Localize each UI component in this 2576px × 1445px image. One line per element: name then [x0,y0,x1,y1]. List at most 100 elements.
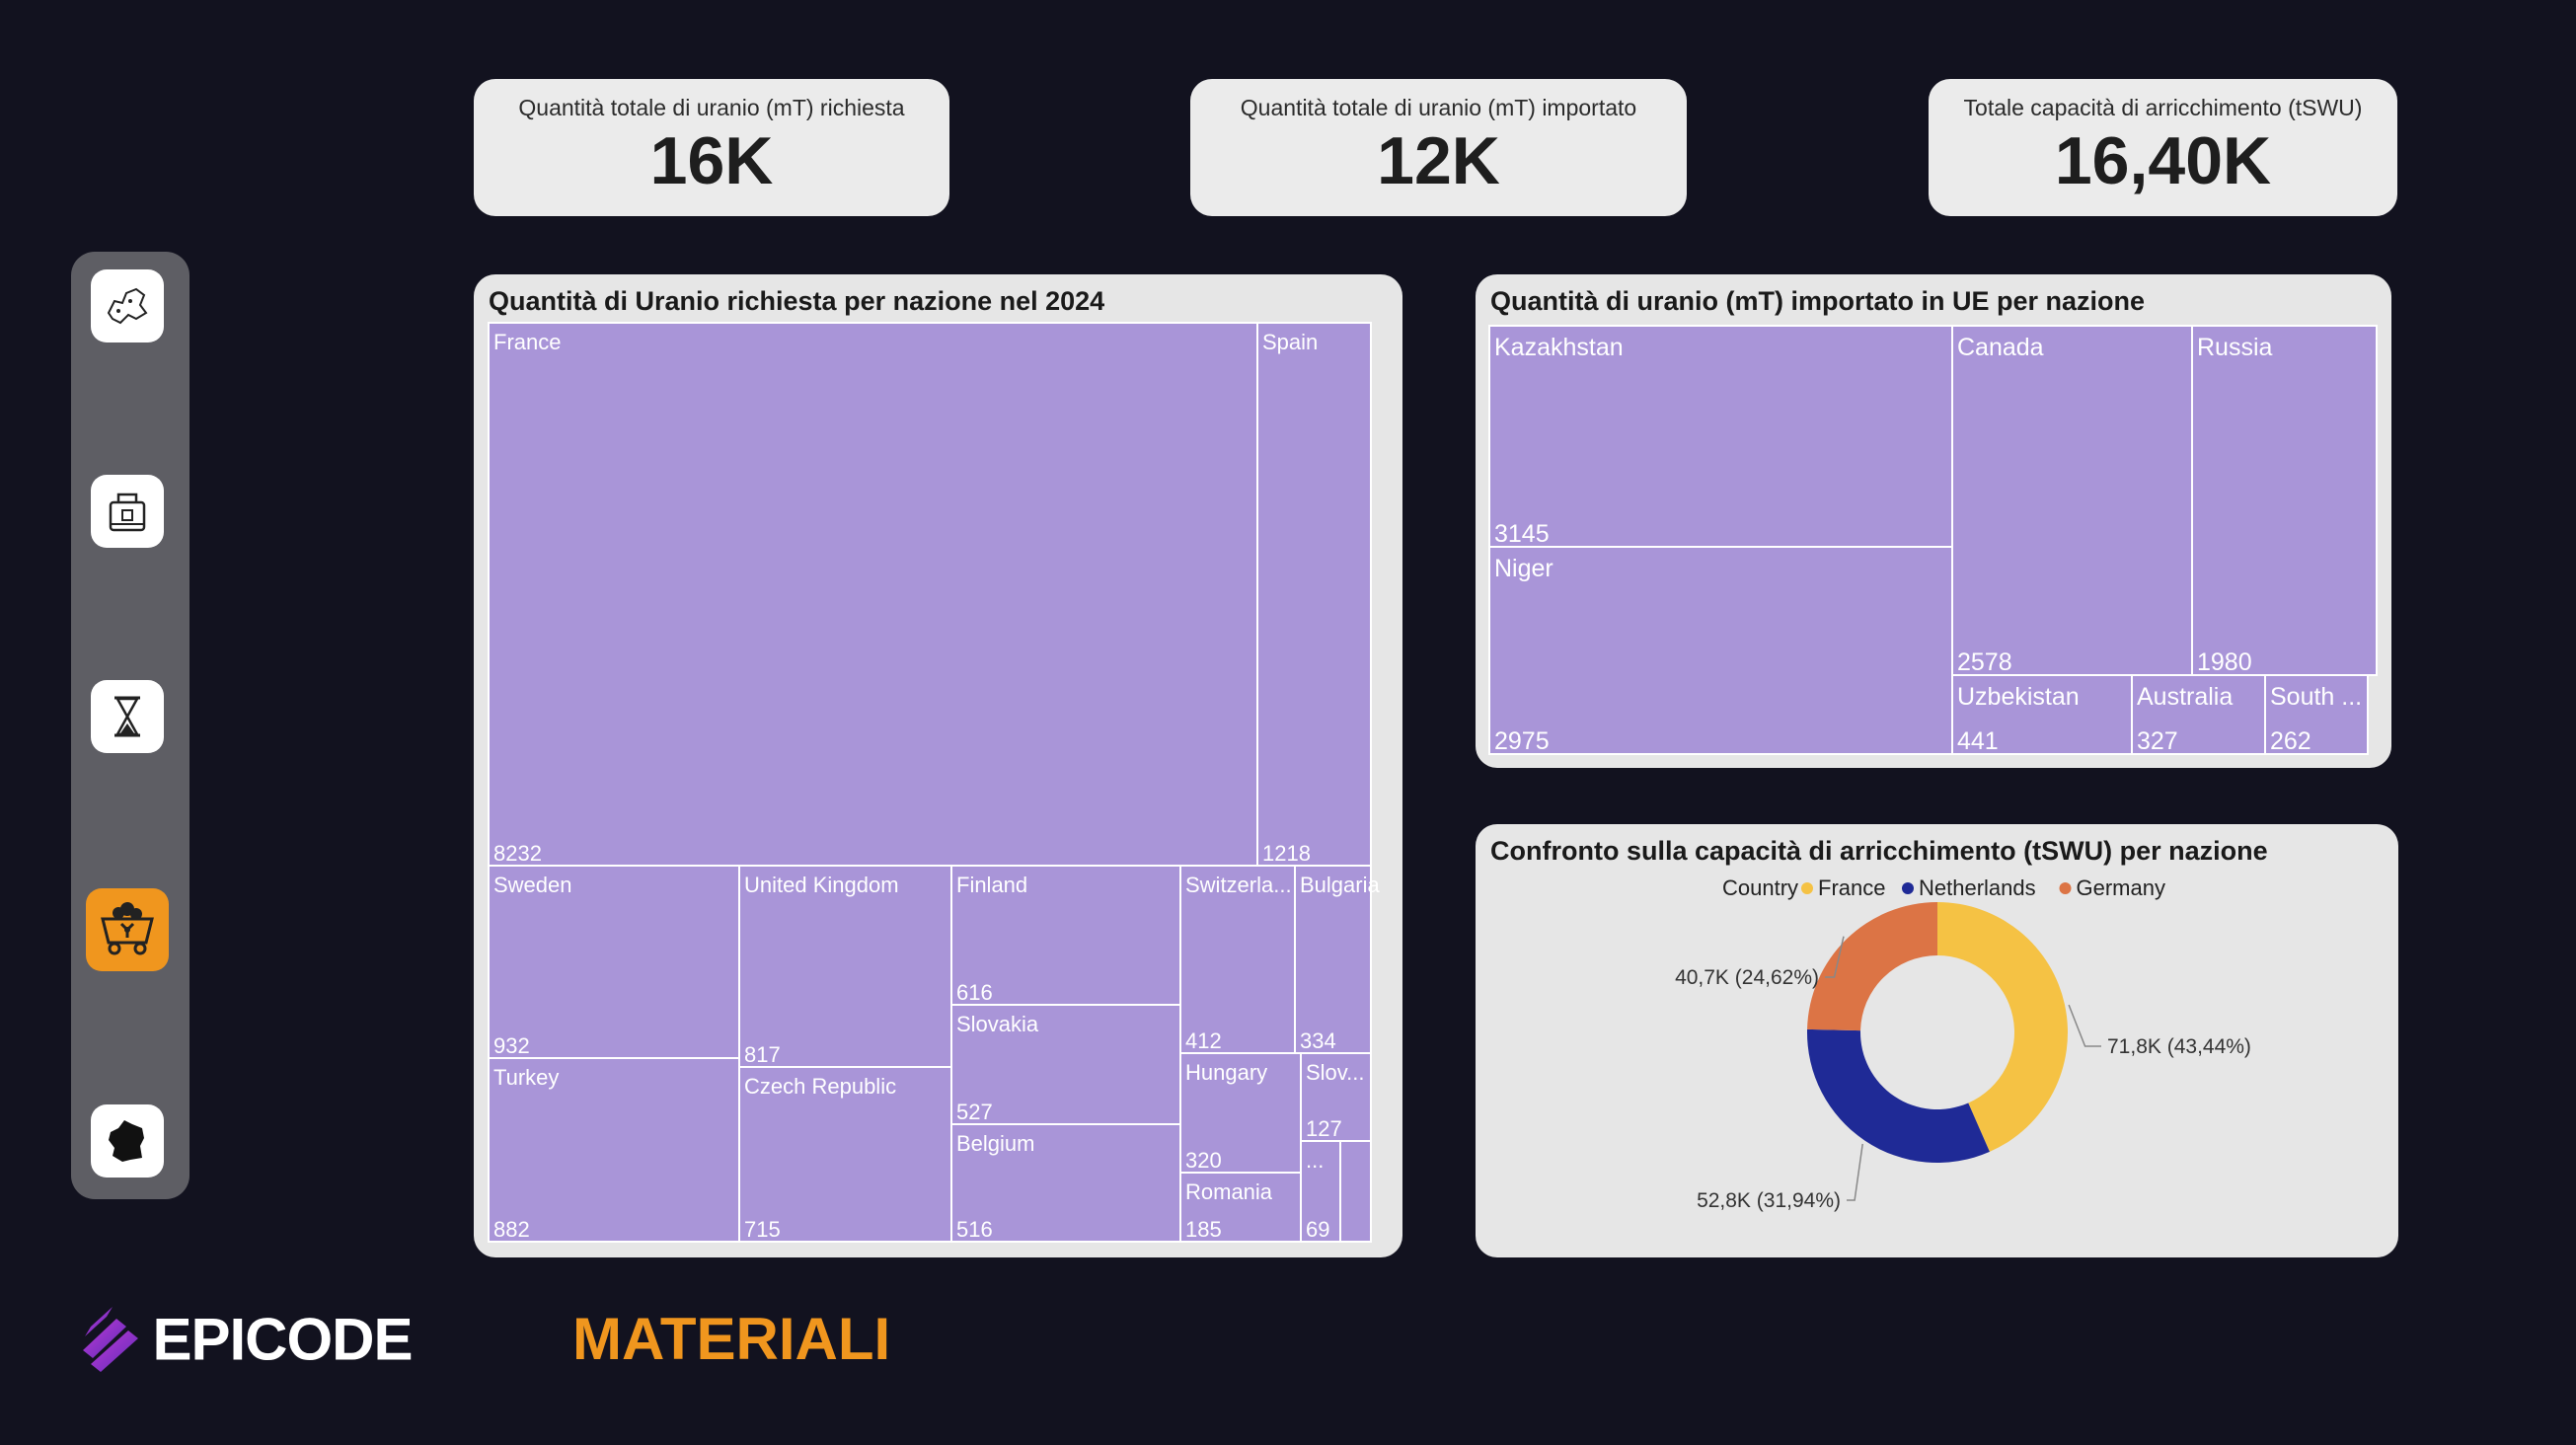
treemap-tile-romania[interactable]: Romania 185 [1179,1172,1302,1243]
treemap-tile-label: Turkey [493,1065,559,1090]
treemap-tile-value: 412 [1185,1028,1222,1053]
section-title: MATERIALI [572,1306,891,1372]
treemap-tile-other[interactable]: ... 69 [1300,1140,1341,1243]
treemap-tile-label: Slov... [1306,1060,1365,1085]
donut-legend: Country France Netherlands Germany [1722,875,2165,900]
treemap-tile-uzbekistan[interactable]: Uzbekistan 441 [1951,674,2133,755]
treemap-tile-label: Australia [2137,683,2233,711]
treemap-tile-label: Canada [1957,334,2044,361]
treemap-tile-czech-republic[interactable]: Czech Republic 715 [738,1066,952,1243]
kpi-card-enrichment: Totale capacità di arricchimento (tSWU) … [1929,79,2397,216]
treemap-tile-value: 320 [1185,1148,1222,1173]
nav-time-button[interactable] [91,680,164,753]
treemap-tile-rect [488,322,1258,867]
treemap-tile-value: 69 [1306,1217,1329,1242]
treemap-tile-other[interactable] [1339,1140,1372,1243]
epicode-logo: EPICODE [77,1301,414,1378]
treemap-tile-rect [2191,325,2378,676]
treemap-tile-canada[interactable]: Canada 2578 [1951,325,2193,676]
donut-slice-netherlands[interactable]: 52,8K (31,94%) [1697,1028,1990,1212]
treemap-tile-slovakia[interactable]: Slovakia 527 [950,1004,1181,1125]
kpi-card-required: Quantità totale di uranio (mT) richiesta… [474,79,949,216]
donut-leader-line [2068,1004,2101,1047]
nav-france-button[interactable] [91,1104,164,1178]
treemap-tile-value: 2578 [1957,648,2012,676]
treemap-tile-value: 185 [1185,1217,1222,1242]
treemap-tile-value: 616 [956,980,993,1005]
legend-swatch [1902,882,1914,894]
treemap-tile-bulgaria[interactable]: Bulgaria 334 [1294,865,1380,1054]
treemap-tile-united-kingdom[interactable]: United Kingdom 817 [738,865,952,1068]
treemap-tile-turkey[interactable]: Turkey 882 [488,1057,740,1243]
legend-label: Germany [2077,875,2165,900]
treemap-tile-value: 441 [1957,727,1999,755]
treemap-tile-label: Sweden [493,873,572,897]
donut-data-label: 71,8K (43,44%) [2107,1035,2251,1058]
treemap-tile-label: Finland [956,873,1027,897]
legend-item-netherlands[interactable]: Netherlands [1902,875,2036,900]
treemap-tile-label: Switzerla... [1185,873,1292,897]
treemap-tile-label: Uzbekistan [1957,683,2080,711]
treemap-tile-sweden[interactable]: Sweden 932 [488,865,740,1059]
epicode-logo-mark-icon [83,1307,138,1372]
treemap-tile-france[interactable]: France 8232 [488,322,1258,867]
treemap-tile-switzerla[interactable]: Switzerla... 412 [1179,865,1296,1054]
treemap-tile-value: 516 [956,1217,993,1242]
donut-leader-line [1847,1143,1863,1201]
treemap-tile-label: South ... [2270,683,2362,711]
kpi-value: 12K [1377,123,1500,198]
legend-item-germany[interactable]: Germany [2059,875,2165,900]
treemap-tile-label: Bulgaria [1300,873,1380,897]
treemap-tile-label: Spain [1262,330,1318,354]
legend-item-france[interactable]: France [1801,875,1885,900]
treemap-tile-kazakhstan[interactable]: Kazakhstan 3145 [1488,325,1953,548]
sidebar-nav [71,252,189,1199]
treemap-tile-rect [1256,322,1372,867]
treemap-tile-label: France [493,330,561,354]
treemap-tile-label: Russia [2197,334,2273,361]
treemap-tile-value: 932 [493,1033,530,1058]
kpi-value: 16,40K [2054,123,2272,198]
europe-map-icon [107,287,148,325]
treemap-tile-rect [1339,1140,1372,1243]
epicode-logo-text: EPICODE [152,1306,413,1373]
treemap-tile-value: 1218 [1262,841,1311,866]
legend-swatch [2059,882,2072,894]
donut-slice-arc [1807,1028,1990,1163]
treemap-tile-rect [1488,546,1953,755]
kpi-label: Totale capacità di arricchimento (tSWU) [1963,95,2363,120]
donut-data-label: 40,7K (24,62%) [1675,966,1819,989]
donut-slice-france[interactable]: 71,8K (43,44%) [1937,902,2251,1152]
kpi-label: Quantità totale di uranio (mT) importato [1240,95,1637,120]
treemap-tile-label: Belgium [956,1131,1034,1156]
treemap-tile-hungary[interactable]: Hungary 320 [1179,1052,1302,1174]
donut-enrichment-panel: Confronto sulla capacità di arricchiment… [1476,824,2398,1257]
treemap-tile-spain[interactable]: Spain 1218 [1256,322,1372,867]
nav-reactor-button[interactable] [91,475,164,548]
treemap-required-chart: France 8232 Spain 1218 Sweden 932 Turkey 882 Uni… [488,322,1380,1243]
treemap-tile-value: 327 [2137,727,2178,755]
treemap-tile-finland[interactable]: Finland 616 [950,865,1181,1006]
donut-slice-germany[interactable]: 40,7K (24,62%) [1675,902,1937,1031]
treemap-tile-value: 262 [2270,727,2311,755]
treemap-tile-value: 3145 [1494,520,1550,548]
reactor-building-icon [109,493,146,532]
treemap-tile-value: 127 [1306,1116,1342,1141]
treemap-imported-panel: Quantità di uranio (mT) importato in UE … [1476,274,2391,768]
hourglass-icon [114,696,140,737]
treemap-required-panel: Quantità di Uranio richiesta per nazione… [474,274,1402,1257]
treemap-tile-label: ... [1306,1148,1324,1173]
treemap-tile-label: Niger [1494,555,1553,582]
treemap-tile-slov[interactable]: Slov... 127 [1300,1052,1372,1142]
kpi-value: 16K [649,123,774,198]
nav-materials-button[interactable] [86,888,169,971]
treemap-tile-australia[interactable]: Australia 327 [2131,674,2266,755]
nav-europe-button[interactable] [91,269,164,342]
treemap-tile-south[interactable]: South ... 262 [2264,674,2369,755]
treemap-tile-belgium[interactable]: Belgium 516 [950,1123,1181,1243]
mine-cart-icon [101,902,154,955]
treemap-tile-russia[interactable]: Russia 1980 [2191,325,2378,676]
legend-label: Netherlands [1919,875,2036,900]
treemap-tile-rect [1951,325,2193,676]
treemap-tile-niger[interactable]: Niger 2975 [1488,546,1953,755]
